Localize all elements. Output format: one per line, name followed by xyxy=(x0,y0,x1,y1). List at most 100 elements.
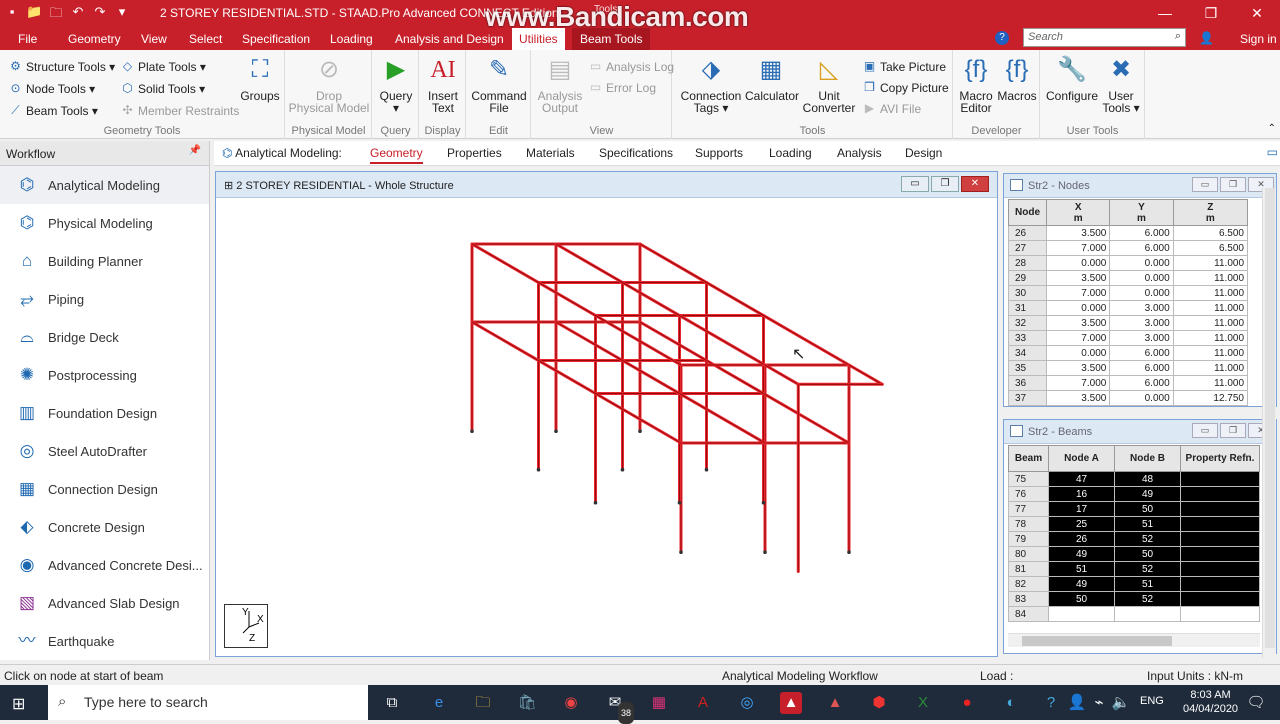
workflow-item-concrete-design[interactable]: ⬖ Concrete Design xyxy=(0,508,209,546)
node-a-cell[interactable] xyxy=(1048,606,1115,622)
beams-h-scrollbar[interactable] xyxy=(1008,633,1260,647)
support-node[interactable] xyxy=(620,467,625,472)
workflow-item-bridge-deck[interactable]: ⌓ Bridge Deck xyxy=(0,318,209,356)
table-row[interactable]: 79 26 52 xyxy=(1008,531,1260,547)
volume-icon[interactable]: 🔈 xyxy=(1110,692,1132,714)
menu-specification[interactable]: Specification xyxy=(242,32,310,46)
coordinate-cell[interactable]: 11.000 xyxy=(1172,360,1249,376)
node-id-cell[interactable]: 30 xyxy=(1008,285,1047,301)
minimize-icon[interactable]: — xyxy=(1142,0,1188,28)
support-node[interactable] xyxy=(677,500,682,505)
workflow-item-steel-autodrafter[interactable]: ◎ Steel AutoDrafter xyxy=(0,432,209,470)
coordinate-cell[interactable]: 0.000 xyxy=(1109,390,1174,406)
node-a-cell[interactable]: 49 xyxy=(1048,576,1115,592)
coordinate-cell[interactable]: 0.000 xyxy=(1045,345,1111,361)
sign-in-link[interactable]: Sign in xyxy=(1240,32,1277,46)
redo-icon[interactable]: ↷ xyxy=(92,4,108,26)
table-row[interactable]: 28 0.000 0.000 11.000 xyxy=(1008,255,1249,271)
coordinate-cell[interactable]: 3.500 xyxy=(1045,390,1111,406)
coordinate-cell[interactable]: 3.500 xyxy=(1045,270,1111,286)
beam-id-cell[interactable]: 76 xyxy=(1008,486,1049,502)
coordinate-cell[interactable]: 12.750 xyxy=(1172,390,1249,406)
command-file-button[interactable]: ✎ Command File xyxy=(469,54,529,114)
support-node[interactable] xyxy=(638,429,642,433)
coordinate-cell[interactable]: 6.000 xyxy=(1109,375,1174,391)
beam-id-cell[interactable]: 78 xyxy=(1008,516,1049,532)
right-panel-scroll-track[interactable] xyxy=(1265,188,1275,648)
workflow-item-piping[interactable]: ⥂ Piping xyxy=(0,280,209,318)
property-cell[interactable] xyxy=(1180,561,1260,577)
coordinate-cell[interactable]: 7.000 xyxy=(1045,285,1111,301)
coordinate-cell[interactable]: 11.000 xyxy=(1172,255,1249,271)
tab-design[interactable]: Design xyxy=(905,146,942,160)
table-row[interactable]: 80 49 50 xyxy=(1008,546,1260,562)
taskbar-search-box[interactable]: ⌕ Type here to search xyxy=(48,685,368,720)
coordinate-cell[interactable]: 3.000 xyxy=(1109,315,1174,331)
workflow-item-postprocessing[interactable]: ✺ Postprocessing xyxy=(0,356,209,394)
coordinate-cell[interactable]: 11.000 xyxy=(1172,330,1249,346)
table-row[interactable]: 36 7.000 6.000 11.000 xyxy=(1008,375,1249,391)
beam-id-cell[interactable]: 79 xyxy=(1008,531,1049,547)
analysis-log-button[interactable]: ▭ Analysis Log xyxy=(588,59,674,74)
beam-tools-button[interactable]: ⟋ Beam Tools ▾ xyxy=(8,103,98,118)
node-b-cell[interactable]: 51 xyxy=(1114,516,1181,532)
structure-3d-model[interactable] xyxy=(222,200,992,620)
macro-editor-button[interactable]: {f} Macro Editor xyxy=(956,54,996,114)
beam-id-cell[interactable]: 77 xyxy=(1008,501,1049,517)
node-a-cell[interactable]: 47 xyxy=(1048,471,1115,487)
coordinate-cell[interactable]: 11.000 xyxy=(1172,300,1249,316)
col-node-a[interactable]: Node A xyxy=(1048,445,1115,472)
edge-browser-icon[interactable]: e xyxy=(428,692,450,714)
store-icon[interactable]: 🛍 xyxy=(516,692,538,714)
avi-file-button[interactable]: ▶ AVI File xyxy=(862,101,921,116)
node-b-cell[interactable]: 52 xyxy=(1114,561,1181,577)
beam-id-cell[interactable]: 81 xyxy=(1008,561,1049,577)
coordinate-cell[interactable]: 0.000 xyxy=(1109,285,1174,301)
file-explorer-icon[interactable]: 🗀 xyxy=(472,692,494,714)
pin-icon[interactable]: 📌 xyxy=(189,145,201,156)
support-node[interactable] xyxy=(761,500,766,505)
coordinate-cell[interactable]: 7.000 xyxy=(1045,375,1111,391)
ribbon-collapse-icon[interactable]: ⌃ xyxy=(1268,123,1276,134)
node-b-cell[interactable]: 52 xyxy=(1114,591,1181,607)
node-id-cell[interactable]: 27 xyxy=(1008,240,1047,256)
workflow-item-advanced-concrete-design[interactable]: ◉ Advanced Concrete Desi... xyxy=(0,546,209,584)
qat-dropdown-icon[interactable]: ▾ xyxy=(114,4,130,26)
property-cell[interactable] xyxy=(1180,591,1260,607)
beam-id-cell[interactable]: 80 xyxy=(1008,546,1049,562)
coordinate-cell[interactable]: 6.000 xyxy=(1109,225,1174,241)
coordinate-cell[interactable]: 3.000 xyxy=(1109,300,1174,316)
coordinate-cell[interactable]: 7.000 xyxy=(1045,330,1111,346)
nodes-restore-icon[interactable]: ❐ xyxy=(1220,177,1246,192)
table-row[interactable]: 78 25 51 xyxy=(1008,516,1260,532)
table-row[interactable]: 32 3.500 3.000 11.000 xyxy=(1008,315,1249,331)
property-cell[interactable] xyxy=(1180,501,1260,517)
table-row[interactable]: 29 3.500 0.000 11.000 xyxy=(1008,270,1249,286)
table-row[interactable]: 27 7.000 6.000 6.500 xyxy=(1008,240,1249,256)
node-b-cell[interactable]: 48 xyxy=(1114,471,1181,487)
groups-button[interactable]: ⛶ Groups xyxy=(238,54,282,102)
coordinate-cell[interactable]: 3.000 xyxy=(1109,330,1174,346)
node-id-cell[interactable]: 29 xyxy=(1008,270,1047,286)
node-tools-button[interactable]: ⊙ Node Tools ▾ xyxy=(8,81,95,96)
help-icon[interactable]: ? xyxy=(995,31,1009,45)
open-file-icon[interactable]: 🗀 xyxy=(48,4,64,26)
menu-file[interactable]: File xyxy=(18,32,37,46)
node-a-cell[interactable]: 49 xyxy=(1048,546,1115,562)
table-row[interactable]: 30 7.000 0.000 11.000 xyxy=(1008,285,1249,301)
structure-tools-button[interactable]: ⚙ Structure Tools ▾ xyxy=(8,59,115,74)
support-node[interactable] xyxy=(593,500,598,505)
structure-view-window[interactable]: ⊞ 2 STOREY RESIDENTIAL - Whole Structure… xyxy=(215,171,998,657)
node-id-cell[interactable]: 33 xyxy=(1008,330,1047,346)
support-node[interactable] xyxy=(763,550,767,554)
node-a-cell[interactable]: 51 xyxy=(1048,561,1115,577)
workflow-item-earthquake[interactable]: 〰 Earthquake xyxy=(0,622,209,660)
view-restore-icon[interactable]: ❐ xyxy=(931,176,959,192)
table-row[interactable]: 26 3.500 6.000 6.500 xyxy=(1008,225,1249,241)
table-row[interactable]: 31 0.000 3.000 11.000 xyxy=(1008,300,1249,316)
coordinate-cell[interactable]: 0.000 xyxy=(1045,255,1111,271)
node-id-cell[interactable]: 34 xyxy=(1008,345,1047,361)
node-b-cell[interactable] xyxy=(1114,606,1181,622)
col-beam[interactable]: Beam xyxy=(1008,445,1049,472)
query-button[interactable]: ▶ Query ▾ xyxy=(375,54,417,114)
